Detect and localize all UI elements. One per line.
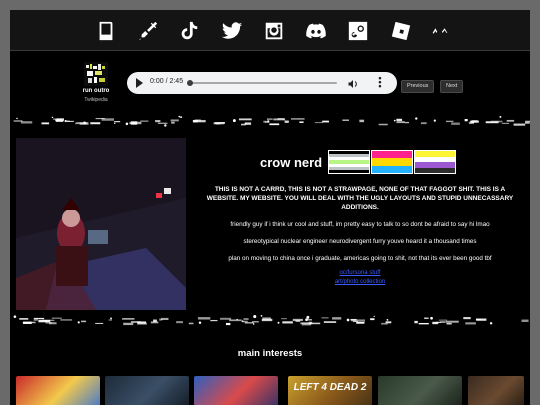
album-art: [84, 62, 108, 86]
interests-heading: main interests: [237, 348, 303, 359]
twitter-icon[interactable]: [220, 19, 244, 43]
steam-icon[interactable]: [346, 19, 370, 43]
previous-button[interactable]: Previous: [401, 80, 435, 93]
song-artist: Twikipedia: [84, 97, 108, 103]
bio-line-1: friendly guy if i think ur cool and stuf…: [230, 221, 490, 228]
play-icon[interactable]: [136, 78, 143, 88]
audio-player[interactable]: 0:00 / 2:45 • • •: [127, 72, 397, 94]
bio-line-3: plan on moving to china once i graduate,…: [228, 255, 492, 262]
profile-name: crow nerd: [260, 154, 323, 170]
book-icon[interactable]: [94, 19, 118, 43]
interest-thumbnail[interactable]: [194, 376, 278, 405]
sparkle-divider-bottom: [13, 314, 529, 326]
interest-thumbnail-label: LEFT 4 DEAD 2: [293, 382, 367, 393]
sparkle-divider-top: [13, 115, 530, 127]
discord-icon[interactable]: [304, 19, 328, 43]
interest-thumbnail[interactable]: LEFT 4 DEAD 2: [288, 376, 372, 405]
website-notice: THIS IS NOT A CARRD, THIS IS NOT A STRAW…: [206, 186, 514, 211]
interest-thumbnail[interactable]: [468, 376, 524, 405]
art-photo-link[interactable]: art/photo collection: [205, 279, 515, 285]
interest-thumbnail[interactable]: [378, 376, 462, 405]
social-icon-bar: [10, 10, 530, 51]
paintbrush-icon[interactable]: [136, 19, 160, 43]
instagram-icon[interactable]: [262, 19, 286, 43]
agender-flag: [328, 150, 371, 174]
bio-line-2: stereotypical nuclear engineer neurodive…: [243, 238, 477, 245]
cat-ears-icon[interactable]: [428, 19, 452, 43]
next-button[interactable]: Next: [440, 80, 464, 93]
profile-photo: [16, 138, 186, 310]
tiktok-icon[interactable]: [177, 19, 201, 43]
audio-seek-track[interactable]: [189, 82, 337, 84]
profile-title-row: crow nerd: [260, 150, 457, 174]
song-title: run outro: [82, 88, 110, 94]
more-options-icon[interactable]: • • •: [378, 74, 382, 91]
volume-icon[interactable]: [347, 77, 359, 89]
audio-time: 0:00 / 2:45: [150, 78, 184, 85]
roblox-icon[interactable]: [389, 19, 413, 43]
website-page: run outro Twikipedia 0:00 / 2:45 • • • Pre…: [10, 10, 530, 405]
oc-fursona-link[interactable]: oc/fursona stuff: [205, 270, 515, 276]
pansexual-flag: [371, 150, 414, 174]
nonbinary-flag: [414, 150, 457, 174]
interest-thumbnail[interactable]: [16, 376, 100, 405]
audio-seek-knob[interactable]: [187, 80, 193, 86]
interest-thumbnail[interactable]: [105, 376, 189, 405]
